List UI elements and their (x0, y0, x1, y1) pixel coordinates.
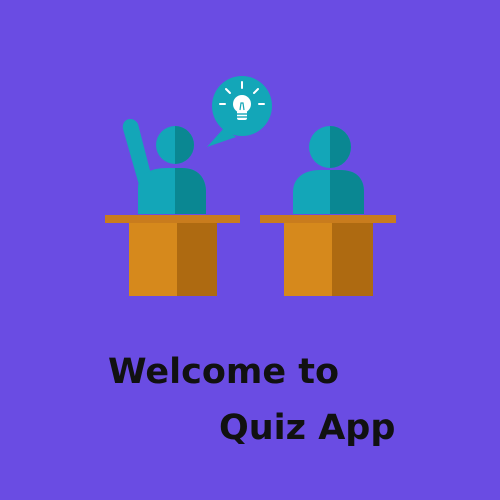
welcome-title-line-2: Quiz App (219, 408, 396, 448)
student-listening (293, 126, 364, 214)
classroom-illustration (105, 76, 396, 296)
welcome-title-line-1: Welcome to (108, 352, 340, 392)
left-student-head-shade (175, 126, 194, 164)
right-desk-body (284, 223, 332, 296)
right-student-torso-shade (330, 170, 364, 214)
right-desk (260, 215, 396, 296)
left-student-torso-shade (175, 168, 206, 214)
right-desk-top (260, 215, 396, 223)
student-raising-hand (122, 118, 206, 214)
left-desk-body (129, 223, 177, 296)
left-desk-body-shade (177, 223, 217, 296)
right-desk-body-shade (332, 223, 373, 296)
left-desk-top (105, 215, 240, 223)
right-student-head-shade (330, 126, 351, 168)
idea-speech-bubble (207, 76, 272, 147)
left-desk (105, 215, 240, 296)
splash-screen: Welcome to Quiz App (0, 0, 500, 500)
